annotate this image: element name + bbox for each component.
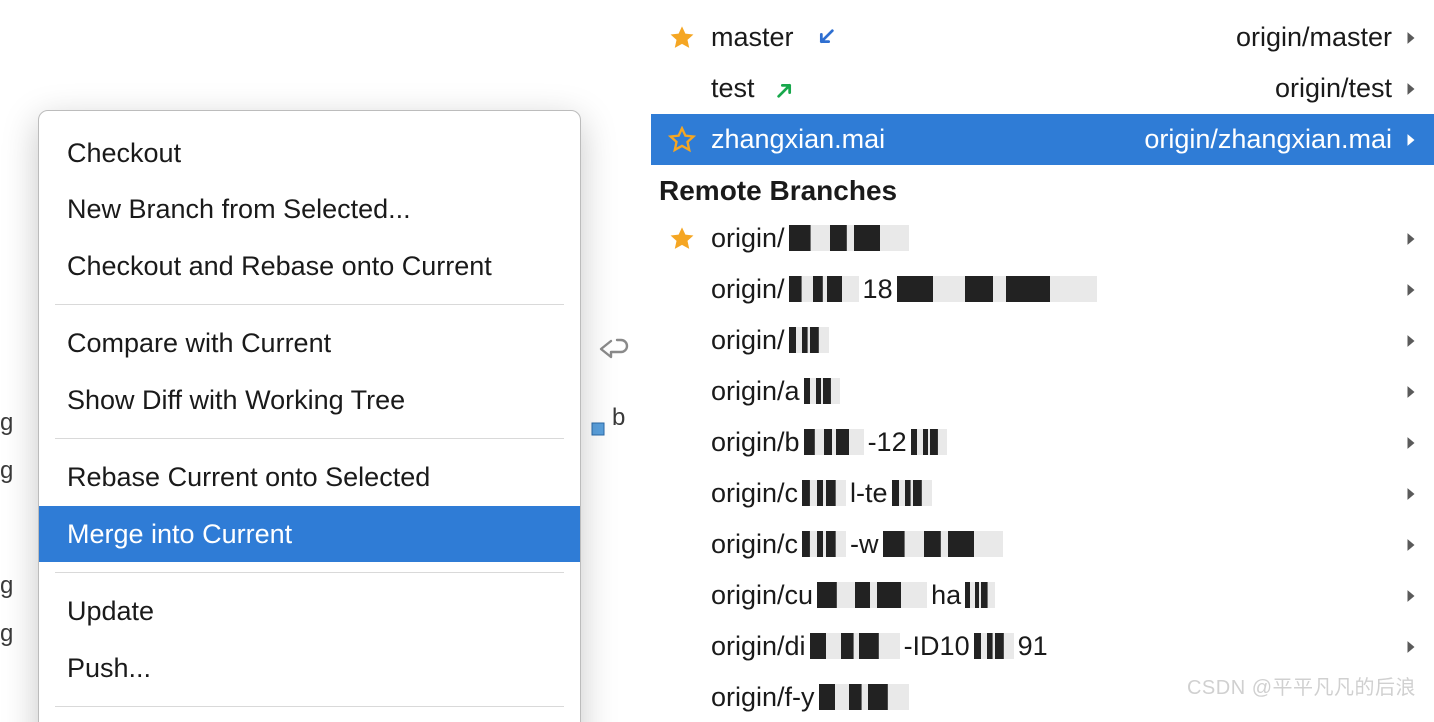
branch-name: origin/a	[707, 376, 844, 407]
chevron-right-icon	[1402, 281, 1420, 299]
remote-branch-row[interactable]: origin/f-y	[651, 672, 1434, 722]
chevron-right-icon	[1402, 638, 1420, 656]
menu-separator	[55, 706, 564, 707]
menu-rename[interactable]: Rename...	[39, 717, 580, 722]
chevron-right-icon	[1402, 29, 1420, 47]
menu-show-diff[interactable]: Show Diff with Working Tree	[39, 372, 580, 428]
menu-separator	[55, 572, 564, 573]
chevron-right-icon	[1402, 485, 1420, 503]
branch-name: zhangxian.mai	[707, 124, 885, 155]
menu-update[interactable]: Update	[39, 583, 580, 639]
branch-name: origin/cl-te	[707, 478, 936, 509]
menu-merge-into-current[interactable]: Merge into Current	[39, 506, 580, 562]
menu-compare[interactable]: Compare with Current	[39, 315, 580, 371]
chevron-right-icon	[1402, 587, 1420, 605]
remote-branches-header: Remote Branches	[651, 165, 1434, 213]
branch-name: origin/	[707, 325, 833, 356]
branch-name: origin/f-y	[707, 682, 913, 713]
branches-panel: master origin/master test origin/test zh…	[651, 0, 1434, 722]
menu-push[interactable]: Push...	[39, 640, 580, 696]
undo-icon	[597, 336, 631, 362]
bg-frag-g1: g	[0, 409, 13, 437]
star-outline-icon[interactable]	[657, 126, 707, 154]
remote-tracking-name: origin/zhangxian.mai	[1144, 124, 1402, 155]
branch-context-menu: Checkout New Branch from Selected... Che…	[38, 110, 581, 722]
remote-tracking-name: origin/master	[1236, 22, 1402, 53]
branch-name: master	[707, 22, 794, 53]
bg-frag-b: b	[612, 404, 625, 432]
remote-branch-row[interactable]: origin/18	[651, 264, 1434, 315]
branch-name: origin/18	[707, 274, 1101, 305]
remote-branch-row[interactable]: origin/b-12	[651, 417, 1434, 468]
file-icon	[591, 414, 605, 428]
remote-branch-row[interactable]: origin/	[651, 315, 1434, 366]
star-filled-icon[interactable]	[657, 225, 707, 253]
menu-rebase-onto-selected[interactable]: Rebase Current onto Selected	[39, 449, 580, 505]
outgoing-icon	[775, 78, 797, 100]
menu-separator	[55, 304, 564, 305]
branch-name: origin/	[707, 223, 913, 254]
chevron-right-icon	[1402, 131, 1420, 149]
chevron-right-icon	[1402, 332, 1420, 350]
incoming-icon	[814, 27, 836, 49]
chevron-right-icon	[1402, 434, 1420, 452]
star-filled-icon[interactable]	[657, 24, 707, 52]
local-branch-zhangxian-mai[interactable]: zhangxian.mai origin/zhangxian.mai	[651, 114, 1434, 165]
remote-branch-row[interactable]: origin/a	[651, 366, 1434, 417]
chevron-right-icon	[1402, 230, 1420, 248]
remote-branch-row[interactable]: origin/c-w	[651, 519, 1434, 570]
bg-frag-g3: g	[0, 572, 13, 600]
chevron-right-icon	[1402, 80, 1420, 98]
remote-branch-row[interactable]: origin/cl-te	[651, 468, 1434, 519]
menu-new-branch[interactable]: New Branch from Selected...	[39, 181, 580, 237]
branch-name: origin/c-w	[707, 529, 1007, 560]
menu-checkout[interactable]: Checkout	[39, 125, 580, 181]
remote-branch-row[interactable]: origin/cuha	[651, 570, 1434, 621]
remote-branch-row[interactable]: origin/	[651, 213, 1434, 264]
bg-frag-g4: g	[0, 620, 13, 648]
remote-tracking-name: origin/test	[1275, 73, 1402, 104]
menu-checkout-rebase[interactable]: Checkout and Rebase onto Current	[39, 238, 580, 294]
bg-frag-g2: g	[0, 457, 13, 485]
branch-name: origin/di-ID1091	[707, 631, 1048, 662]
remote-branch-row[interactable]: origin/di-ID1091	[651, 621, 1434, 672]
chevron-right-icon	[1402, 536, 1420, 554]
local-branch-master[interactable]: master origin/master	[651, 12, 1434, 63]
branch-name: origin/cuha	[707, 580, 999, 611]
branch-name: origin/b-12	[707, 427, 951, 458]
chevron-right-icon	[1402, 383, 1420, 401]
menu-separator	[55, 438, 564, 439]
branch-name: test	[707, 73, 755, 104]
local-branch-test[interactable]: test origin/test	[651, 63, 1434, 114]
